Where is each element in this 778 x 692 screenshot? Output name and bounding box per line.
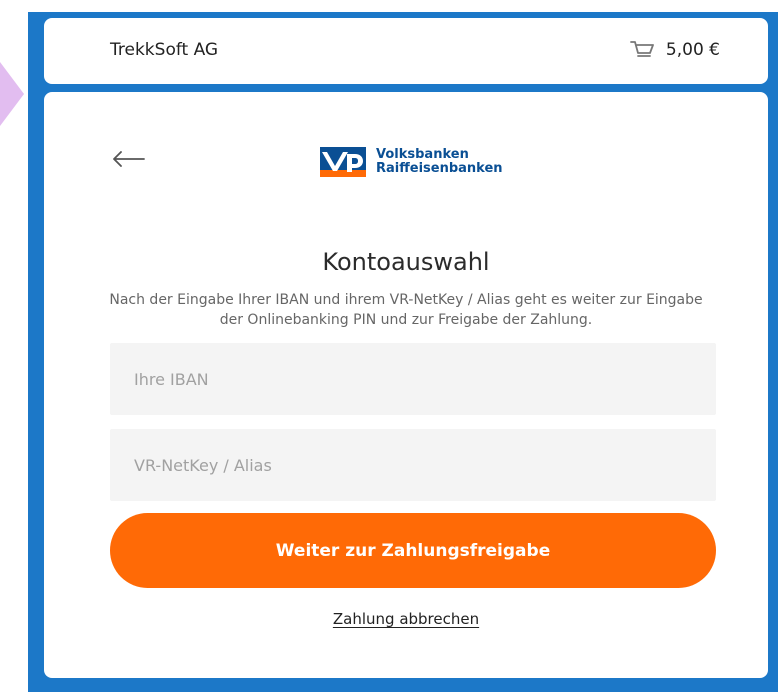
iban-placeholder: Ihre IBAN <box>134 369 209 389</box>
netkey-alias-placeholder: VR-NetKey / Alias <box>134 455 272 475</box>
cart-total: 5,00 € <box>665 40 720 60</box>
continue-payment-button[interactable]: Weiter zur Zahlungsfreigabe <box>110 513 716 588</box>
iban-input[interactable]: Ihre IBAN <box>110 343 716 415</box>
page-description: Nach der Eingabe Ihrer IBAN und ihrem VR… <box>109 292 703 329</box>
page-title: Kontoauswahl <box>322 248 490 277</box>
cart-summary: 5,00 € <box>630 39 720 61</box>
vr-bank-logo-icon <box>320 147 366 177</box>
merchant-header: TrekkSoft AG 5,00 € <box>44 18 768 84</box>
bank-name-line-1: Volksbanken <box>376 147 469 163</box>
arrow-left-icon[interactable] <box>110 148 146 170</box>
cancel-payment-link[interactable]: Zahlung abbrechen <box>44 610 768 628</box>
shopping-cart-icon <box>630 41 654 57</box>
payment-card: Volksbanken Raiffeisenbanken Kontoauswah… <box>44 92 768 678</box>
bank-name: Volksbanken Raiffeisenbanken <box>376 148 503 175</box>
merchant-name: TrekkSoft AG <box>110 40 219 60</box>
bank-logo: Volksbanken Raiffeisenbanken <box>320 147 503 177</box>
bank-name-line-2: Raiffeisenbanken <box>376 161 503 176</box>
decorative-shape <box>0 62 24 126</box>
netkey-alias-input[interactable]: VR-NetKey / Alias <box>110 429 716 501</box>
